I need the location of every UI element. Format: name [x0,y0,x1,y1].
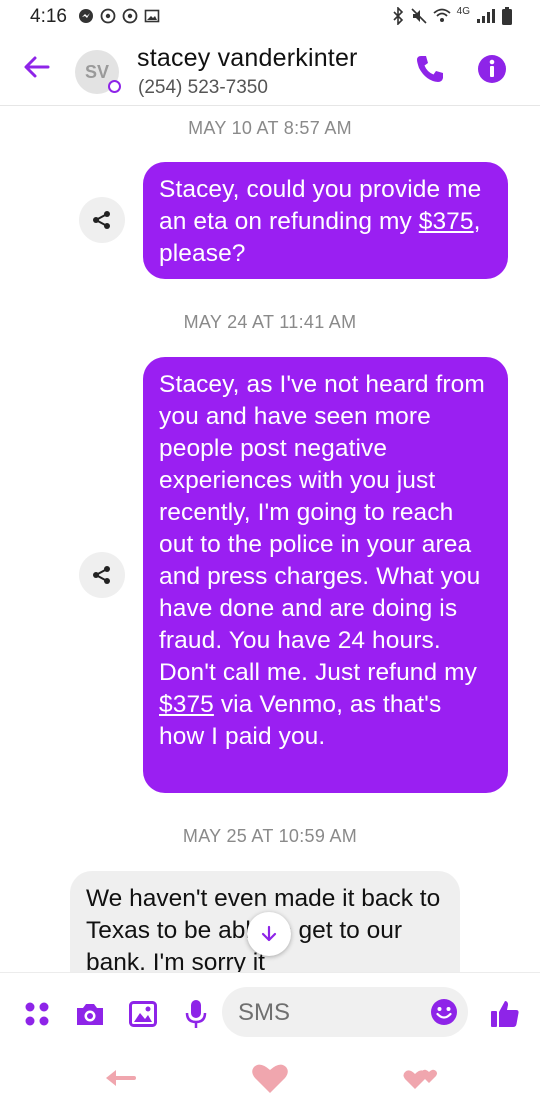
date-separator: MAY 10 AT 8:57 AM [188,118,352,138]
amount-link[interactable]: $375 [159,691,214,718]
gallery-icon [129,1001,157,1027]
arrow-down-icon [261,925,277,942]
ball-notification-icon [100,8,116,24]
image-notification-icon [144,9,160,23]
amount-link[interactable]: $375 [419,208,474,235]
avatar-status-dot [108,80,121,93]
notification-icons [78,8,160,24]
camera-button[interactable] [73,997,107,1031]
messenger-notification-icon [79,9,93,23]
message-bubble-outgoing[interactable]: Stacey, could you provide me an eta on r… [143,162,508,279]
system-icons: 4G [391,5,512,25]
share-button[interactable] [79,197,125,243]
apps-button[interactable] [20,997,54,1031]
contact-phone: (254) 523-7350 [138,77,268,98]
microphone-button[interactable] [179,997,213,1031]
message-text: Stacey, as I've not heard from you and h… [159,371,485,686]
scroll-to-bottom-button[interactable] [247,912,291,956]
microphone-icon [185,1000,207,1028]
battery-icon [502,7,512,25]
network-type: 4G [456,5,470,17]
avatar-initials: SV [84,61,109,82]
camera-icon [77,1004,103,1025]
share-icon [93,211,110,229]
gallery-button[interactable] [126,997,160,1031]
navigation-bar [0,1061,540,1101]
status-bar: 4:16 4G [0,0,540,34]
contact-name[interactable]: stacey vanderkinter [137,44,358,73]
status-time: 4:16 [30,6,67,27]
mute-icon [411,8,427,24]
message-bubble-outgoing[interactable]: Stacey, as I've not heard from you and h… [143,357,508,793]
date-separator: MAY 25 AT 10:59 AM [182,826,358,846]
nav-back-icon[interactable] [100,1061,140,1095]
share-icon [93,566,110,584]
nav-home-heart-icon[interactable] [250,1061,290,1095]
message-composer: SMS [0,972,540,1110]
sms-input[interactable]: SMS [222,987,468,1037]
signal-icon [477,9,495,23]
thumbs-up-icon [491,1001,519,1027]
date-separator: MAY 24 AT 11:41 AM [183,312,357,332]
phone-icon[interactable] [414,53,446,85]
bluetooth-icon [393,7,403,25]
thumbs-up-button[interactable] [488,997,522,1031]
conversation-header: SV stacey vanderkinter (254) 523-7350 [0,34,540,106]
nav-recents-hearts-icon[interactable] [402,1061,442,1095]
wifi-icon [433,8,451,22]
apps-icon [25,1002,49,1026]
info-icon[interactable] [477,54,507,84]
share-button[interactable] [79,552,125,598]
emoji-icon[interactable] [430,998,458,1026]
sms-placeholder: SMS [238,999,291,1026]
ball-notification-icon-2 [122,8,138,24]
back-arrow-icon[interactable] [22,52,52,82]
